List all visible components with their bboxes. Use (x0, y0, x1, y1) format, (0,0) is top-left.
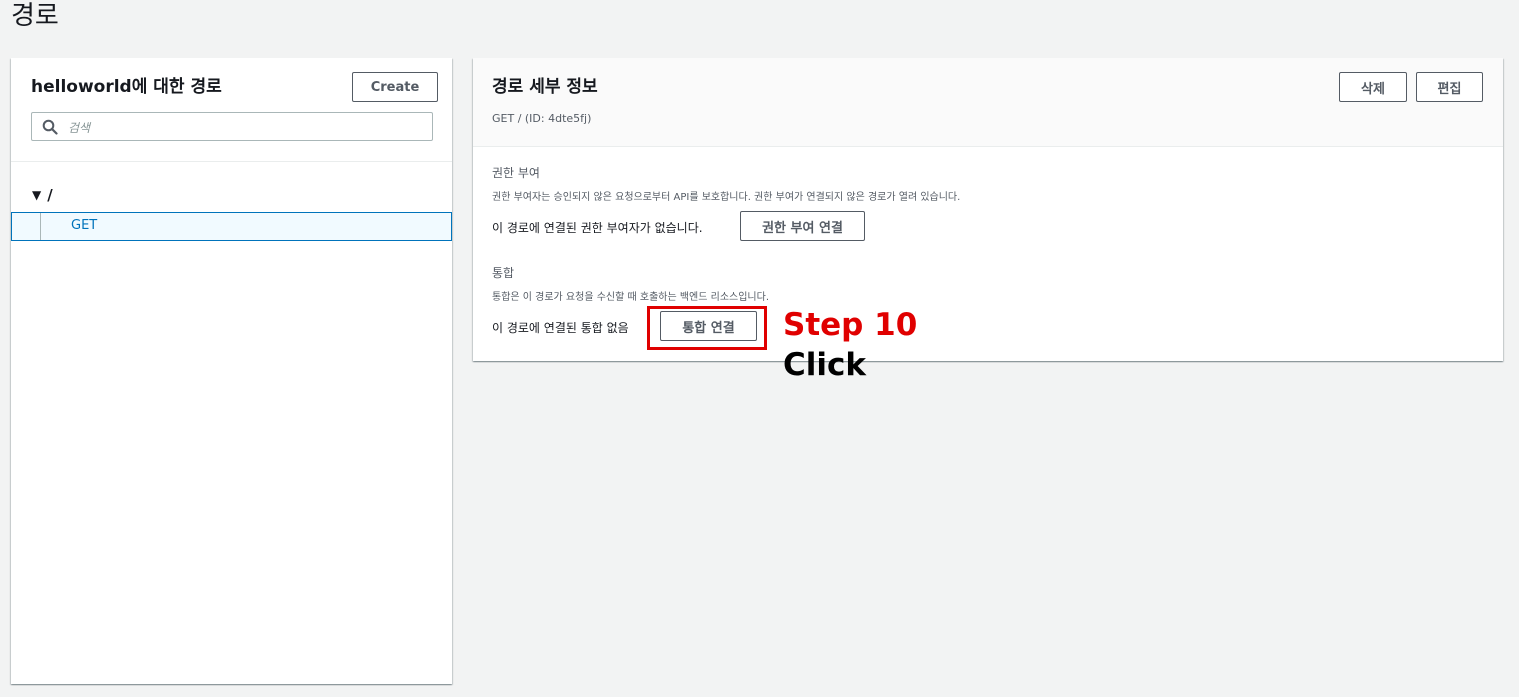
search-input[interactable] (66, 116, 420, 139)
page-title: 경로 (11, 1, 59, 31)
route-details-subtitle: GET / (ID: 4dte5fj) (492, 112, 592, 125)
integration-description: 통합은 이 경로가 요청을 수신할 때 호출하는 백엔드 리소스입니다. (492, 292, 770, 303)
authorization-description: 권한 부여자는 승인되지 않은 요청으로부터 API를 보호합니다. 권한 부여… (492, 192, 961, 203)
tree-root-node[interactable]: ▼ / (32, 186, 53, 204)
caret-down-icon[interactable]: ▼ (32, 188, 41, 202)
routes-panel: helloworld에 대한 경로 Create ▼ / GET (11, 58, 452, 684)
step-label: Step 10 (783, 307, 918, 343)
edit-button[interactable]: 편집 (1416, 72, 1483, 102)
attach-integration-button[interactable]: 통합 연결 (660, 311, 757, 341)
search-icon (42, 119, 58, 135)
tree-root-label: / (47, 186, 53, 204)
tree-item-label[interactable]: GET (71, 218, 97, 233)
integration-label: 통합 (492, 266, 515, 280)
delete-button[interactable]: 삭제 (1339, 72, 1407, 102)
attach-authorization-button[interactable]: 권한 부여 연결 (740, 211, 865, 241)
route-details-title: 경로 세부 정보 (492, 77, 598, 97)
route-details-panel: 경로 세부 정보 GET / (ID: 4dte5fj) 삭제 편집 권한 부여… (473, 58, 1503, 361)
routes-panel-header: helloworld에 대한 경로 Create (11, 58, 452, 162)
click-label: Click (783, 347, 866, 383)
create-button[interactable]: Create (352, 72, 438, 102)
routes-panel-title: helloworld에 대한 경로 (31, 77, 222, 97)
authorization-label: 권한 부여 (492, 166, 540, 180)
tree-item-get[interactable]: GET (11, 212, 452, 241)
tree-guide-line (40, 213, 41, 240)
route-details-header: 경로 세부 정보 GET / (ID: 4dte5fj) 삭제 편집 (473, 58, 1503, 147)
search-box[interactable] (31, 112, 433, 141)
integration-status: 이 경로에 연결된 통합 없음 (492, 321, 629, 335)
authorization-status: 이 경로에 연결된 권한 부여자가 없습니다. (492, 221, 703, 235)
